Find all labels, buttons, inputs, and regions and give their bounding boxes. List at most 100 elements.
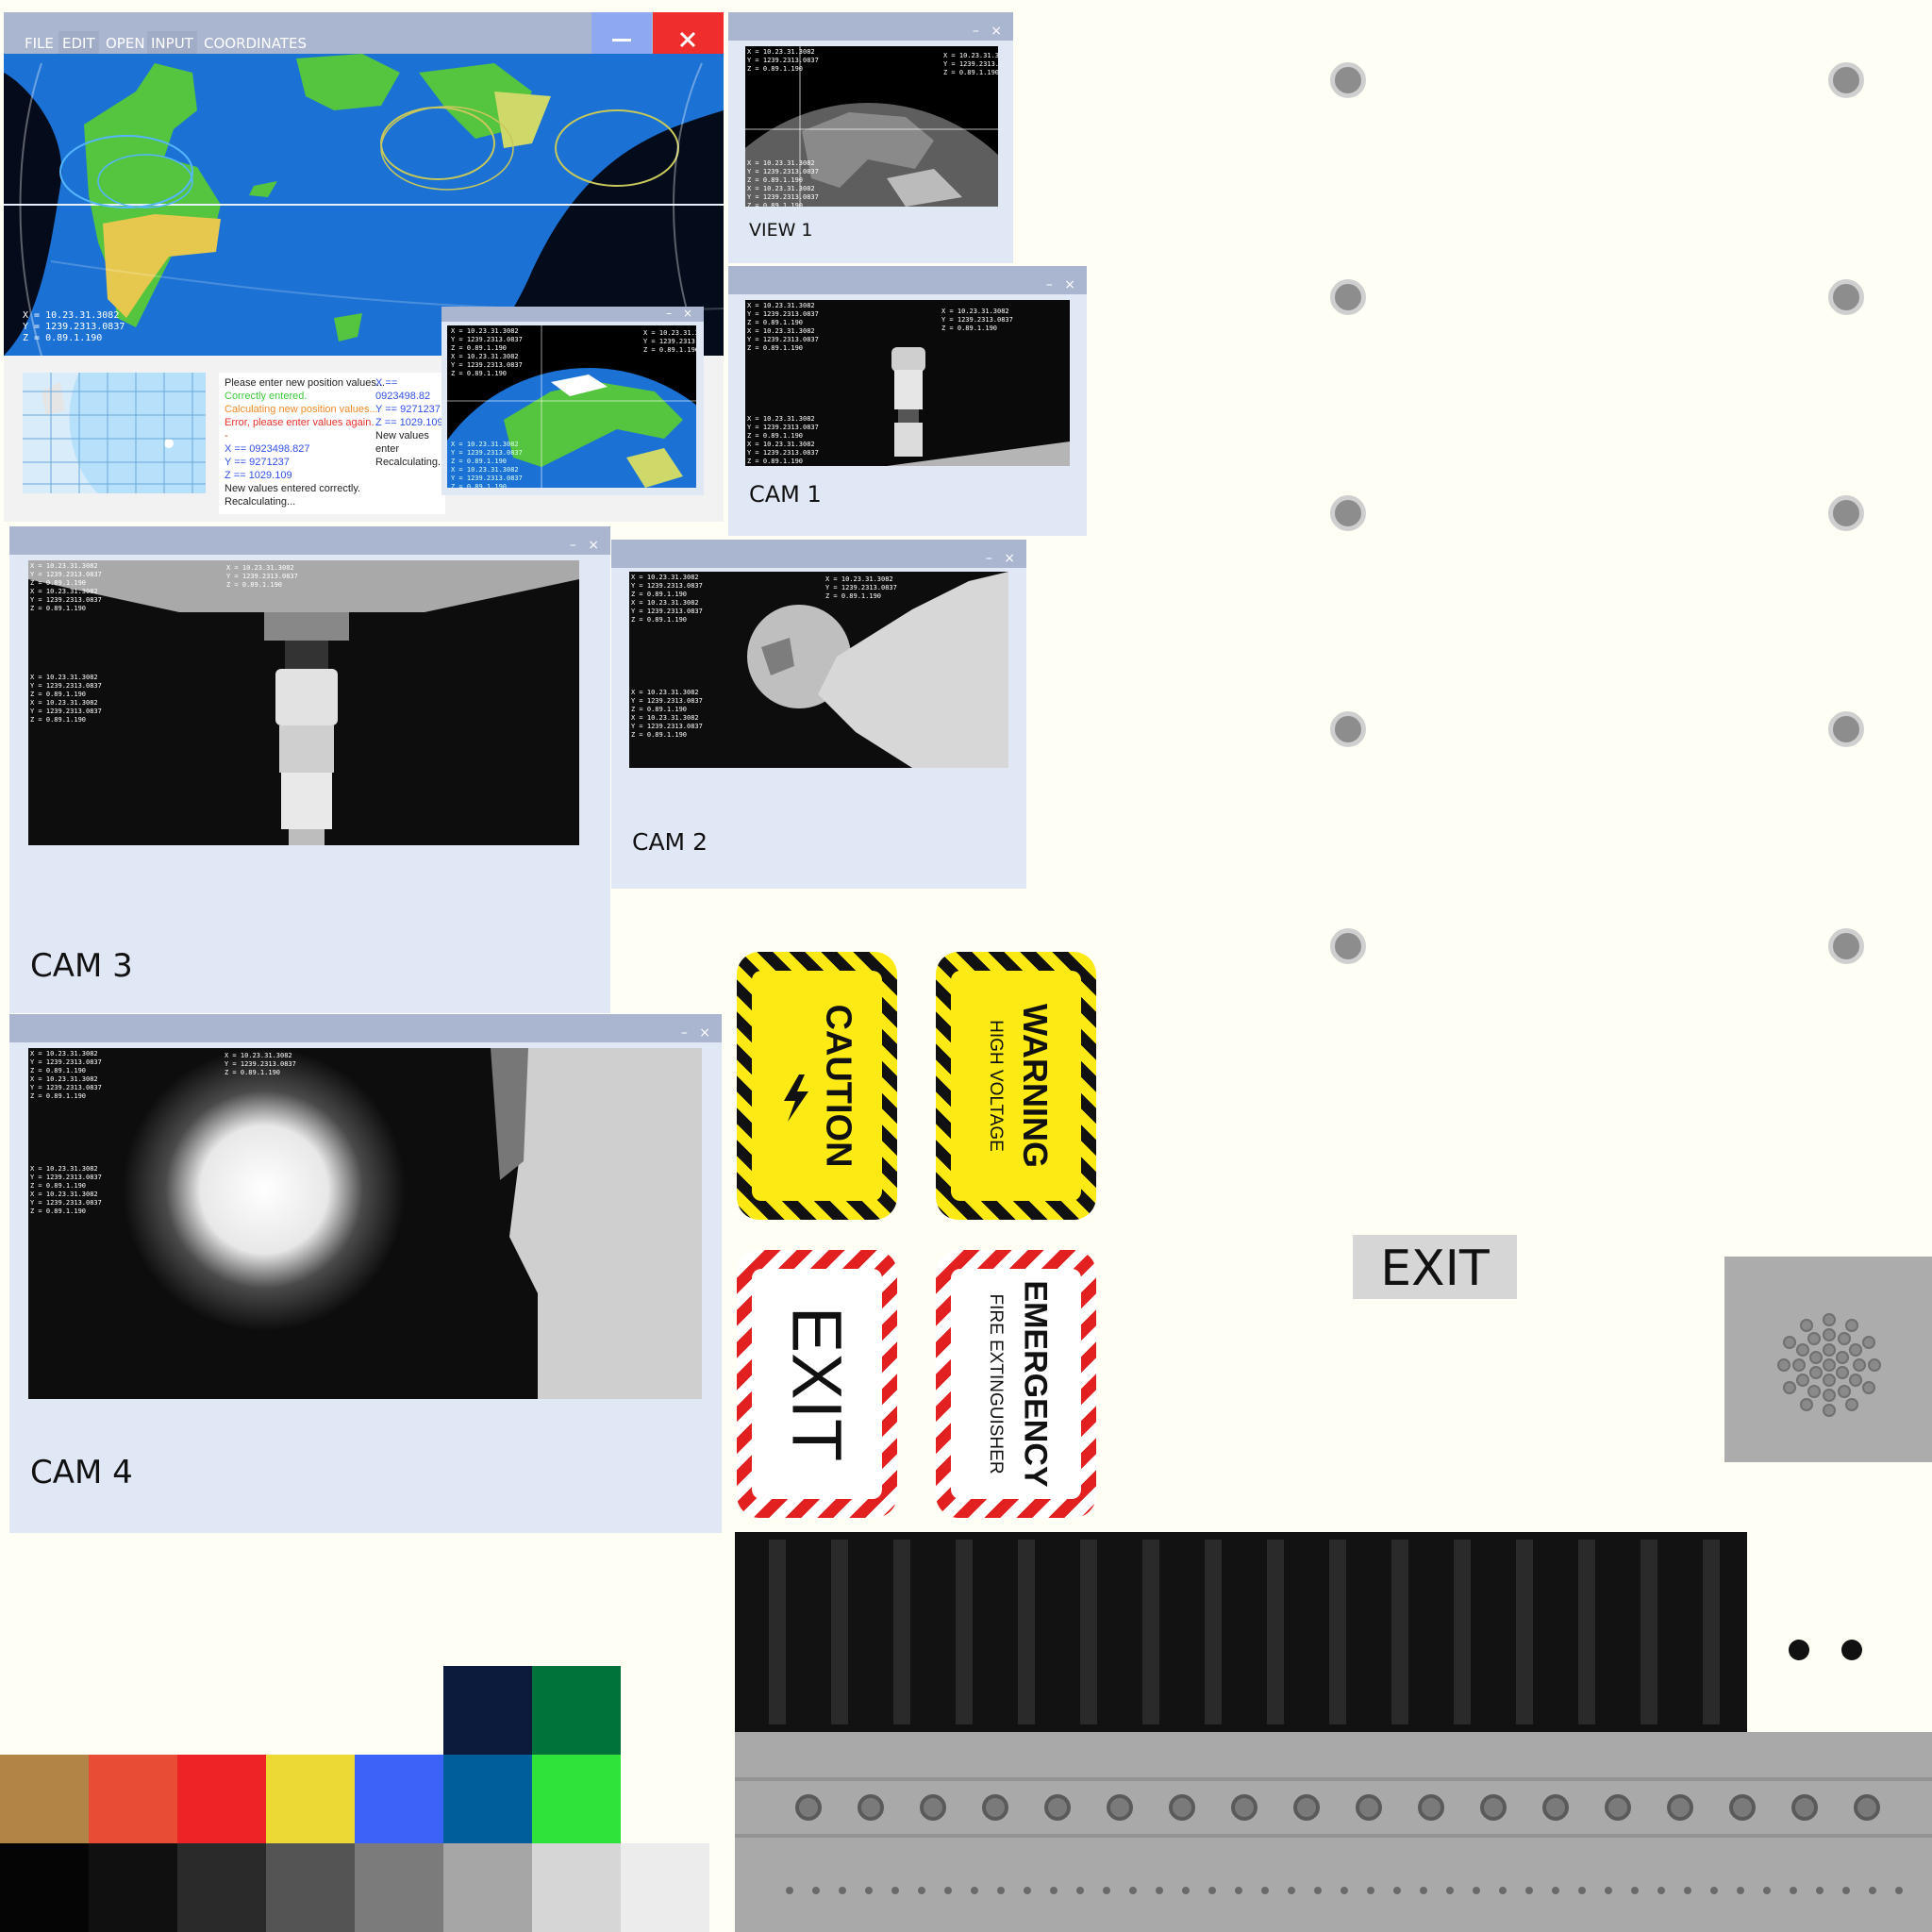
speaker-panel (1724, 1257, 1932, 1462)
console-line: Correctly entered. (225, 391, 308, 402)
hud-readout: X = 10.23.31.3082 Y = 1239.2313.0837 Z =… (631, 689, 703, 739)
cam1-titlebar[interactable] (728, 266, 1087, 294)
lightning-icon (784, 1074, 808, 1122)
window-controls[interactable]: – × (681, 1025, 714, 1041)
console-line: Z == 1029.109 (375, 417, 443, 428)
console-line: New values entered correctly. (225, 483, 361, 494)
emergency-sign-subtext: FIRE EXTINGUISHER (986, 1293, 1006, 1474)
hud-readout: X = 10.23.31.3082 Y = 1239.2313.0837 Z =… (747, 415, 819, 465)
warning-sign-subtext: HIGH VOLTAGE (986, 1020, 1006, 1152)
hud-readout: X = 10.23.31.3082 Y = 1239.2313.0837 Z =… (451, 441, 523, 488)
cam1-window: – × X = 10.23.31.3082 Y = 1239.2313.0837… (728, 266, 1087, 536)
cam1-camera-feed[interactable]: X = 10.23.31.3082 Y = 1239.2313.0837 Z =… (745, 300, 1070, 466)
cam2-camera-feed[interactable]: X = 10.23.31.3082 Y = 1239.2313.0837 Z =… (629, 572, 1008, 768)
console-line: Recalculating... (375, 457, 447, 468)
color-swatch (532, 1666, 621, 1755)
hud-readout: X = 10.23.31.3082 Y = 1239.2313.0837 Z =… (747, 302, 819, 352)
view1-label: VIEW 1 (749, 220, 813, 241)
view1-titlebar[interactable] (728, 12, 1013, 41)
hud-readout: X = 10.23.31.3082 Y = 1239.2313.0837 Z =… (941, 308, 1013, 332)
menu-coordinates[interactable]: COORDINATES (200, 31, 310, 56)
indicator-dot (1841, 1640, 1862, 1660)
minimize-button[interactable] (591, 12, 652, 54)
rivet (1828, 495, 1864, 531)
hud-readout: X = 10.23.31.3082 Y = 1239.2313.0837 Z =… (631, 574, 703, 624)
hud-readout: X = 10.23.31.3082 Y = 1239.2313.0837 Z =… (747, 48, 819, 73)
minimize-icon (612, 39, 631, 42)
color-palette (0, 1666, 709, 1932)
console-line: Z == 1029.109 (225, 470, 292, 481)
cam2-window: – × X = 10.23.31.3082 Y = 1239.2313.0837… (611, 540, 1026, 889)
color-swatch (266, 1843, 355, 1932)
rivet (1828, 711, 1864, 747)
color-swatch (266, 1755, 355, 1843)
close-icon (679, 31, 696, 48)
color-swatch (0, 1843, 89, 1932)
hud-readout: X = 10.23.31.3082 Y = 1239.2313.0837 Z =… (225, 1052, 296, 1076)
window-controls[interactable]: – × (666, 307, 696, 320)
rivet (1330, 711, 1366, 747)
color-swatch (532, 1843, 621, 1932)
cam1-label: CAM 1 (749, 481, 822, 508)
color-swatch (89, 1843, 177, 1932)
console-line: Please enter new position values... (225, 377, 385, 389)
cam4-label: CAM 4 (30, 1454, 133, 1491)
cam2-label: CAM 2 (632, 828, 708, 856)
color-swatch (443, 1843, 532, 1932)
menu-file[interactable]: FILE (21, 31, 58, 56)
cam4-titlebar[interactable] (9, 1014, 722, 1042)
earth-subwindow-titlebar[interactable] (441, 307, 704, 322)
color-swatch (355, 1843, 443, 1932)
earth-camera-feed[interactable]: X = 10.23.31.3082 Y = 1239.2313.0837 Z =… (447, 325, 696, 488)
rivet (1828, 279, 1864, 315)
caution-sign: CAUTION (737, 952, 897, 1220)
bolted-metal-plate (735, 1732, 1932, 1932)
caution-sign-text: CAUTION (818, 1004, 858, 1168)
speaker-icon (1777, 1313, 1881, 1417)
cam3-titlebar[interactable] (9, 526, 610, 555)
ribbed-vent-panel (735, 1532, 1747, 1732)
color-swatch (177, 1843, 266, 1932)
color-swatch (177, 1755, 266, 1843)
console-line: X == 0923498.82 (375, 377, 431, 402)
cam4-camera-feed[interactable]: X = 10.23.31.3082 Y = 1239.2313.0837 Z =… (28, 1048, 702, 1399)
cam3-window: – × X = 10.23.31.3082 Y = 1239.2313.0837… (9, 526, 610, 1013)
menu-edit[interactable]: EDIT (58, 31, 99, 56)
console-log: Please enter new position values... Corr… (225, 376, 385, 508)
exit-plate: EXIT (1353, 1235, 1517, 1299)
warning-sign-text: WARNING (1016, 1004, 1055, 1168)
hud-readout: X = 10.23.31.3082 Y = 1239.2313.0837 Z =… (643, 329, 696, 354)
close-button[interactable] (653, 12, 724, 54)
hud-readout: X = 10.23.31.3082 Y = 1239.2313.0837 Z =… (30, 562, 102, 612)
warning-high-voltage-sign: WARNING HIGH VOLTAGE (936, 952, 1096, 1220)
minimap[interactable] (23, 373, 206, 493)
hud-readout: X = 10.23.31.3082 Y = 1239.2313.0837 Z =… (30, 1050, 102, 1100)
exit-sign-text: EXIT (777, 1306, 857, 1462)
color-swatch (532, 1755, 621, 1843)
window-controls[interactable]: – × (973, 24, 1006, 39)
hud-readout: X = 10.23.31.3082 Y = 1239.2313.0837 Z =… (451, 327, 523, 377)
cam3-docking-graphic (28, 560, 579, 845)
menu-open[interactable]: OPEN (102, 31, 149, 56)
indicator-dot (1789, 1640, 1809, 1660)
hud-readout: X = 10.23.31.3082 Y = 1239.2313.0837 Z =… (30, 674, 102, 724)
color-swatch (89, 1755, 177, 1843)
hud-readout: X = 10.23.31.3082 Y = 1239.2313.0837 Z =… (825, 575, 897, 600)
view1-camera-feed[interactable]: X = 10.23.31.3082 Y = 1239.2313.0837 Z =… (745, 46, 998, 207)
cam3-camera-feed[interactable]: X = 10.23.31.3082 Y = 1239.2313.0837 Z =… (28, 560, 579, 845)
cam3-label: CAM 3 (30, 947, 133, 985)
console-line: Recalculating... (225, 496, 296, 508)
cam2-titlebar[interactable] (611, 540, 1026, 568)
window-controls[interactable]: – × (986, 551, 1019, 566)
console-line: - (225, 430, 228, 441)
vent-ribs-graphic (769, 1540, 1720, 1724)
menu-input[interactable]: INPUT (147, 31, 197, 56)
rivet (1828, 928, 1864, 964)
window-controls[interactable]: – × (1046, 277, 1079, 292)
cam4-window: – × X = 10.23.31.3082 Y = 1239.2313.0837… (9, 1014, 722, 1533)
color-swatch (443, 1755, 532, 1843)
window-controls[interactable]: – × (570, 538, 603, 553)
console-line: Error, please enter values again. (225, 417, 375, 428)
view1-window: – × X = 10.23.31.3082 Y = 1239.2313.0837… (728, 12, 1013, 263)
bolted-plate-graphic (735, 1777, 1932, 1894)
